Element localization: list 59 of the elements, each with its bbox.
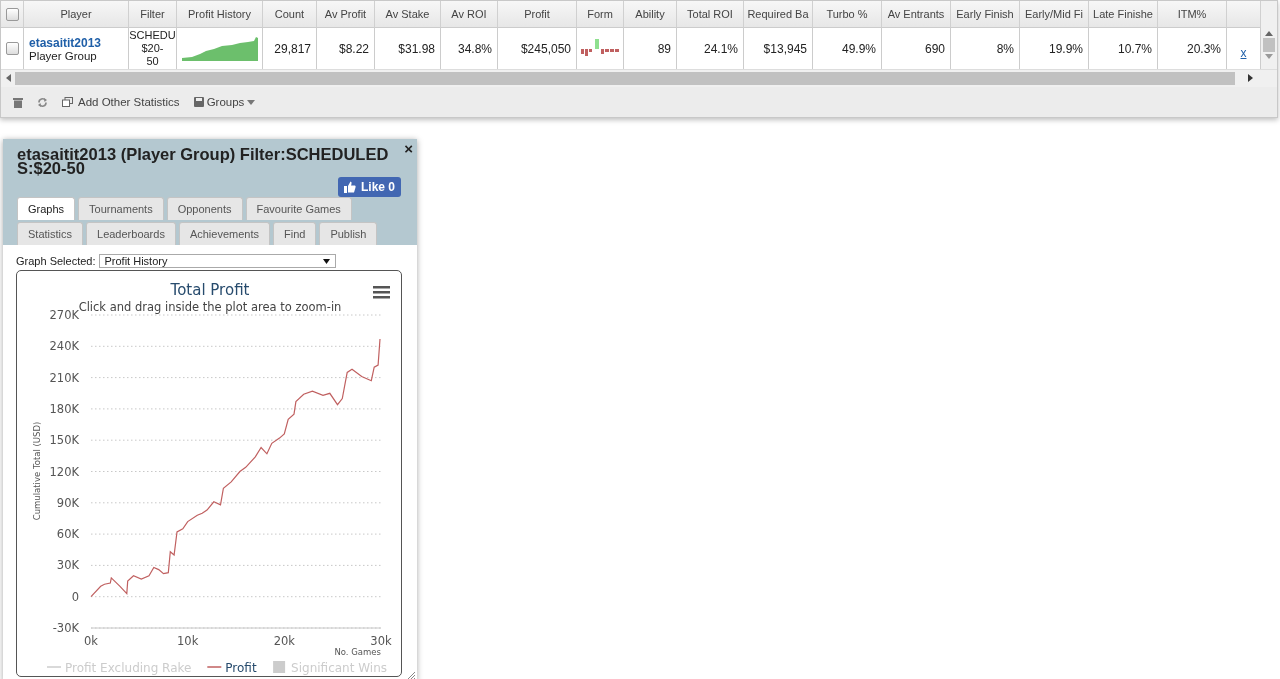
close-button[interactable]: × (404, 140, 413, 157)
scroll-right-icon[interactable] (1247, 73, 1253, 82)
y-tick-label: 90K (56, 495, 79, 510)
y-tick-label: 240K (49, 339, 79, 354)
y-tick-label: 210K (49, 370, 79, 385)
dialog-tab[interactable]: Find (273, 222, 317, 245)
y-tick-label: 180K (49, 401, 79, 416)
like-button[interactable]: Like 0 (337, 177, 401, 197)
legend-label: Profit (225, 661, 257, 675)
y-tick-label: 270K (49, 308, 79, 322)
thumbs-up-icon (343, 181, 356, 193)
chart-subtitle: Click and drag inside the plot area to zoom-in (78, 300, 342, 314)
vertical-scrollbar[interactable] (1261, 1, 1277, 69)
dialog-tab[interactable]: Leaderboards (86, 222, 176, 245)
scroll-down-icon[interactable] (1265, 54, 1273, 59)
graph-select[interactable]: Profit History (98, 254, 336, 268)
scroll-thumb[interactable] (1263, 38, 1275, 52)
scroll-left-icon[interactable] (5, 73, 11, 82)
scroll-thumb[interactable] (15, 72, 1235, 85)
dialog-tab[interactable]: Favourite Games (245, 197, 352, 220)
player-link[interactable]: etasaitit2013 (29, 35, 102, 50)
trash-icon[interactable] (13, 96, 23, 108)
x-tick-label: 30k (370, 634, 392, 648)
dialog-tab[interactable]: Tournaments (78, 197, 164, 220)
caret-icon (247, 99, 256, 105)
dialog-title: etasaitit2013 (Player Group) Filter:SCHEDULED S:$20-50 (17, 147, 390, 175)
select-all-checkbox[interactable] (5, 7, 19, 21)
y-tick-label: 60K (56, 527, 79, 542)
dialog-tab[interactable]: Graphs (17, 197, 76, 220)
y-tick-label: 0 (71, 589, 79, 604)
scroll-up-icon[interactable] (1265, 31, 1273, 36)
row-checkbox[interactable] (5, 42, 19, 55)
x-tick-label: 0k (84, 634, 98, 648)
dialog-tab[interactable]: Opponents (166, 197, 243, 220)
y-tick-label: 120K (49, 464, 79, 479)
dropdown-caret-icon (322, 258, 330, 264)
player-type: Player Group (29, 49, 97, 62)
horizontal-scrollbar[interactable] (1, 69, 1277, 87)
resize-grip-icon[interactable] (407, 672, 415, 679)
refresh-icon[interactable] (37, 96, 48, 108)
y-tick-label: 30K (56, 558, 79, 573)
x-axis-title: No. Games (334, 647, 381, 657)
dialog-tab[interactable]: Publish (319, 222, 378, 245)
y-tick-label: 150K (49, 433, 79, 448)
groups-button[interactable]: Groups (193, 96, 256, 108)
graph-selected-label: Graph Selected: (16, 255, 96, 267)
chart-title: Total Profit (170, 281, 250, 299)
x-tick-label: 10k (177, 634, 199, 648)
chart-menu-icon[interactable] (373, 286, 390, 299)
add-statistics-button[interactable]: Add Other Statistics (62, 96, 180, 108)
dialog-tab[interactable]: Achievements (178, 222, 270, 245)
y-axis-title: Cumulative Total (USD) (32, 421, 42, 521)
dialog-tab[interactable]: Statistics (17, 222, 83, 245)
legend-item[interactable]: Profit (206, 661, 257, 675)
windows-icon (62, 97, 73, 107)
remove-link[interactable]: x (1240, 45, 1247, 60)
floppy-icon (193, 97, 204, 107)
x-tick-label: 20k (273, 634, 295, 648)
y-tick-label: -30K (52, 621, 79, 635)
